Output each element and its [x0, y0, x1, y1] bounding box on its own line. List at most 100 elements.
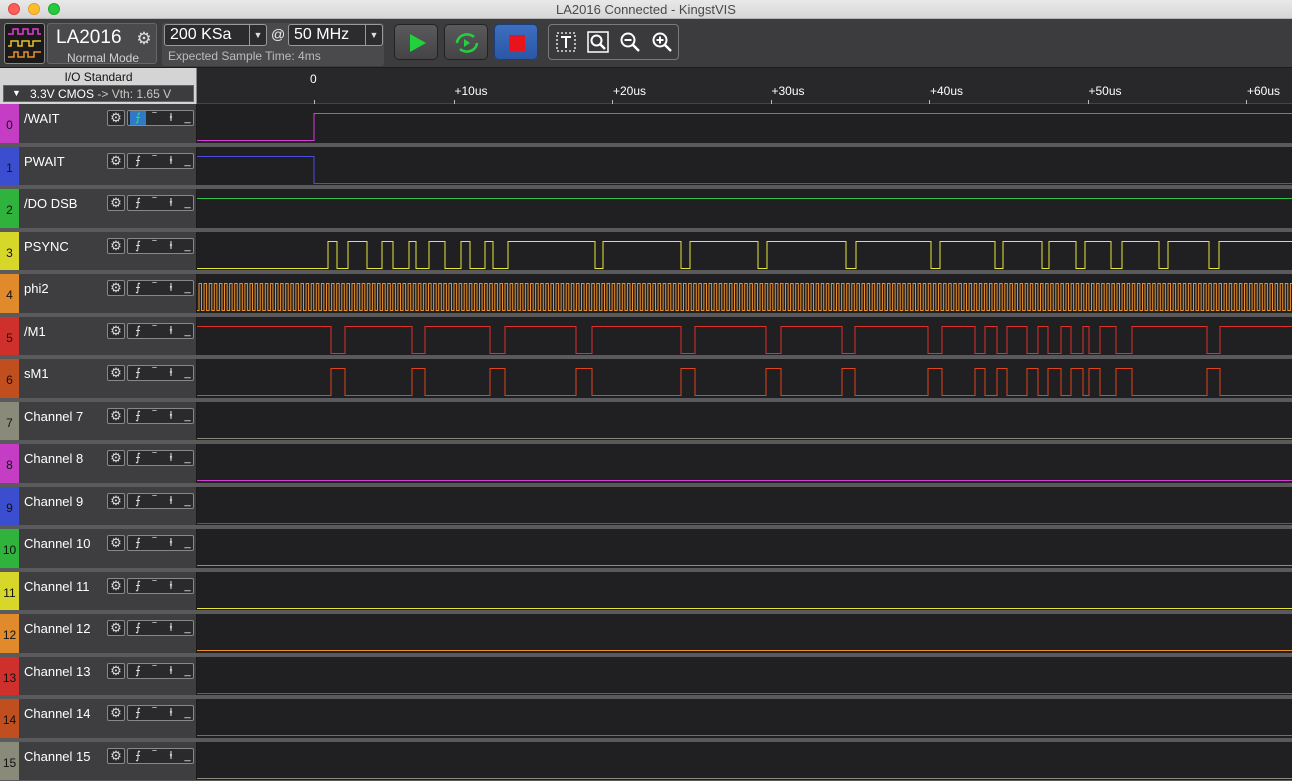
falling-edge-icon[interactable]: ⱡ [163, 196, 179, 210]
falling-edge-icon[interactable]: ⱡ [163, 706, 179, 720]
channel-name[interactable]: Channel 14 [24, 706, 91, 721]
rising-edge-icon[interactable]: ⨍ [130, 494, 146, 508]
channel-settings-gear-icon[interactable]: ⚙ [107, 450, 125, 466]
falling-edge-icon[interactable]: ⱡ [163, 494, 179, 508]
channel-header[interactable]: 13 Channel 13 ⚙ ⨍ ‾ ⱡ _ [0, 656, 197, 695]
high-level-icon[interactable]: ‾ [147, 664, 163, 678]
channel-header[interactable]: 11 Channel 11 ⚙ ⨍ ‾ ⱡ _ [0, 571, 197, 610]
waveform-area[interactable] [197, 741, 1292, 780]
device-logo-icon[interactable] [4, 23, 45, 64]
waveform-area[interactable] [197, 359, 1292, 398]
channel-name[interactable]: PSYNC [24, 239, 69, 254]
waveform-area[interactable] [197, 529, 1292, 568]
falling-edge-icon[interactable]: ⱡ [163, 621, 179, 635]
rising-edge-icon[interactable]: ⨍ [130, 111, 146, 125]
low-level-icon[interactable]: _ [180, 706, 196, 720]
zoom-out-icon[interactable] [619, 31, 641, 53]
high-level-icon[interactable]: ‾ [147, 239, 163, 253]
channel-header[interactable]: 7 Channel 7 ⚙ ⨍ ‾ ⱡ _ [0, 401, 197, 440]
rising-edge-icon[interactable]: ⨍ [130, 451, 146, 465]
waveform-area[interactable] [197, 656, 1292, 695]
loop-run-button[interactable] [444, 24, 488, 60]
high-level-icon[interactable]: ‾ [147, 579, 163, 593]
high-level-icon[interactable]: ‾ [147, 409, 163, 423]
low-level-icon[interactable]: _ [180, 324, 196, 338]
sample-depth-select[interactable]: 200 KSa ▼ [164, 24, 267, 46]
time-ruler[interactable]: 0 +10us +20us +30us +40us +50us +60us [197, 68, 1292, 104]
falling-edge-icon[interactable]: ⱡ [163, 409, 179, 423]
channel-name[interactable]: phi2 [24, 281, 49, 296]
waveform-area[interactable] [197, 571, 1292, 610]
channel-settings-gear-icon[interactable]: ⚙ [107, 705, 125, 721]
channel-name[interactable]: Channel 15 [24, 749, 91, 764]
low-level-icon[interactable]: _ [180, 536, 196, 550]
channel-settings-gear-icon[interactable]: ⚙ [107, 747, 125, 764]
waveform-area[interactable] [197, 104, 1292, 143]
high-level-icon[interactable]: ‾ [147, 536, 163, 550]
zoom-fit-icon[interactable] [587, 31, 609, 53]
falling-edge-icon[interactable]: ⱡ [163, 324, 179, 338]
channel-header[interactable]: 14 Channel 14 ⚙ ⨍ ‾ ⱡ _ [0, 699, 197, 738]
channel-settings-gear-icon[interactable]: ⚙ [107, 195, 125, 211]
channel-settings-gear-icon[interactable]: ⚙ [107, 322, 125, 339]
channel-name[interactable]: Channel 9 [24, 494, 83, 509]
sample-rate-select[interactable]: 50 MHz ▼ [288, 24, 383, 46]
rising-edge-icon[interactable]: ⨍ [130, 621, 146, 635]
low-level-icon[interactable]: _ [180, 409, 196, 423]
high-level-icon[interactable]: ‾ [147, 324, 163, 338]
falling-edge-icon[interactable]: ⱡ [163, 366, 179, 380]
channel-header[interactable]: 2/DO DSB ⚙ ⨍ ‾ ⱡ _ [0, 189, 197, 228]
channel-header[interactable]: 15 Channel 15 ⚙ ⨍ ‾ ⱡ _ [0, 741, 197, 780]
channel-name[interactable]: /WAIT [24, 111, 60, 126]
waveform-area[interactable] [197, 231, 1292, 270]
waveform-area[interactable] [197, 274, 1292, 313]
rising-edge-icon[interactable]: ⨍ [130, 324, 146, 338]
channel-name[interactable]: Channel 8 [24, 451, 83, 466]
channel-header[interactable]: 10 Channel 10 ⚙ ⨍ ‾ ⱡ _ [0, 529, 197, 568]
low-level-icon[interactable]: _ [180, 451, 196, 465]
low-level-icon[interactable]: _ [180, 366, 196, 380]
channel-name[interactable]: Channel 11 [24, 579, 90, 594]
stop-button[interactable] [494, 24, 538, 60]
channel-name[interactable]: Channel 7 [24, 409, 83, 424]
channel-settings-gear-icon[interactable]: ⚙ [107, 280, 125, 296]
channel-settings-gear-icon[interactable]: ⚙ [107, 365, 125, 381]
waveform-area[interactable] [197, 401, 1292, 440]
channel-name[interactable]: /DO DSB [24, 196, 77, 211]
channel-header[interactable]: 5/M1 ⚙ ⨍ ‾ ⱡ _ [0, 316, 197, 355]
falling-edge-icon[interactable]: ⱡ [163, 111, 179, 125]
zoom-in-icon[interactable] [651, 31, 673, 53]
falling-edge-icon[interactable]: ⱡ [163, 239, 179, 253]
rising-edge-icon[interactable]: ⨍ [130, 749, 146, 763]
high-level-icon[interactable]: ‾ [147, 749, 163, 763]
channel-settings-gear-icon[interactable]: ⚙ [107, 620, 125, 636]
channel-settings-gear-icon[interactable]: ⚙ [107, 577, 125, 594]
low-level-icon[interactable]: _ [180, 239, 196, 253]
channel-settings-gear-icon[interactable]: ⚙ [107, 407, 125, 424]
io-standard-select[interactable]: ▼ 3.3V CMOS -> Vth: 1.65 V [3, 85, 194, 102]
low-level-icon[interactable]: _ [180, 579, 196, 593]
high-level-icon[interactable]: ‾ [147, 196, 163, 210]
channel-header[interactable]: 9 Channel 9 ⚙ ⨍ ‾ ⱡ _ [0, 486, 197, 525]
low-level-icon[interactable]: _ [180, 494, 196, 508]
rising-edge-icon[interactable]: ⨍ [130, 239, 146, 253]
waveform-area[interactable] [197, 189, 1292, 228]
low-level-icon[interactable]: _ [180, 154, 196, 168]
start-button[interactable] [394, 24, 438, 60]
channel-header[interactable]: 4 phi2 ⚙ ⨍ ‾ ⱡ _ [0, 274, 197, 313]
high-level-icon[interactable]: ‾ [147, 494, 163, 508]
waveform-area[interactable] [197, 146, 1292, 185]
rising-edge-icon[interactable]: ⨍ [130, 281, 146, 295]
channel-name[interactable]: sM1 [24, 366, 49, 381]
channel-name[interactable]: Channel 13 [24, 664, 91, 679]
channel-header[interactable]: 8 Channel 8 ⚙ ⨍ ‾ ⱡ _ [0, 444, 197, 483]
channel-settings-gear-icon[interactable]: ⚙ [107, 237, 125, 254]
channel-header[interactable]: 0/WAIT ⚙ ⨍ ‾ ⱡ _ [0, 104, 197, 143]
chevron-down-icon[interactable]: ▼ [12, 88, 21, 98]
device-selector[interactable]: LA2016 ⚙ Normal Mode [47, 23, 157, 65]
waveform-area[interactable] [197, 614, 1292, 653]
channel-name[interactable]: PWAIT [24, 154, 65, 169]
channel-settings-gear-icon[interactable]: ⚙ [107, 110, 125, 126]
channel-header[interactable]: 3 PSYNC ⚙ ⨍ ‾ ⱡ _ [0, 231, 197, 270]
low-level-icon[interactable]: _ [180, 749, 196, 763]
